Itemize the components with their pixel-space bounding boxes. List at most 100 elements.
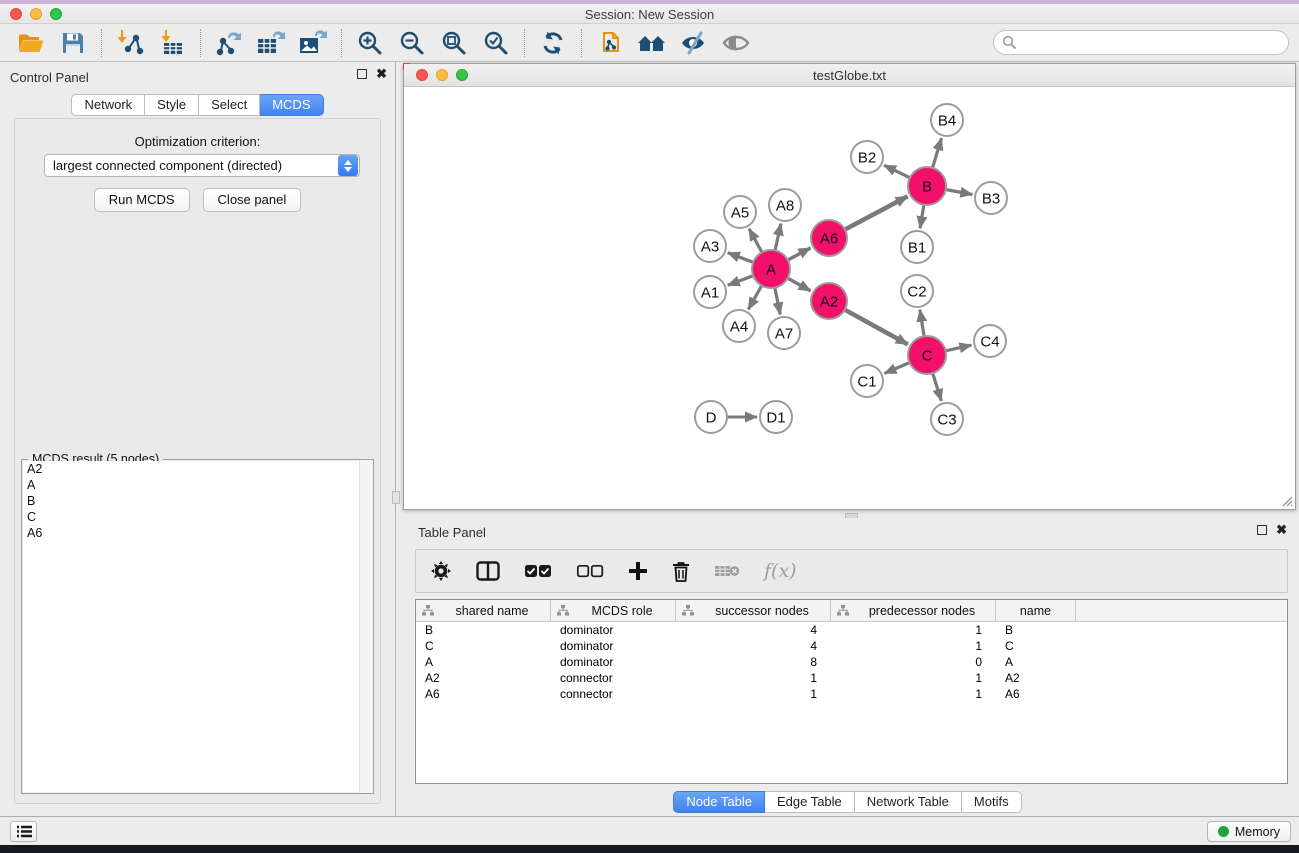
panel-menu-button[interactable]	[10, 821, 37, 842]
column-header-label: name	[996, 604, 1075, 618]
close-table-panel-icon[interactable]: ✖	[1276, 525, 1287, 535]
graph-node-C4[interactable]: C4	[974, 325, 1006, 357]
table-cell: 4	[676, 622, 831, 638]
zoom-selected-icon[interactable]	[475, 27, 517, 59]
table-mode-icon[interactable]	[476, 561, 500, 581]
table-cell: 8	[676, 654, 831, 670]
close-panel-icon[interactable]: ✖	[376, 69, 387, 79]
graph-node-C2[interactable]: C2	[901, 275, 933, 307]
graph-node-A7[interactable]: A7	[768, 317, 800, 349]
mcds-result-scrollbar[interactable]	[359, 460, 373, 793]
table-row[interactable]: Bdominator41B	[416, 622, 1287, 638]
export-table-icon[interactable]	[250, 27, 292, 59]
table-cell: A	[416, 654, 551, 670]
tab-style[interactable]: Style	[145, 94, 199, 116]
import-network-icon[interactable]	[109, 27, 151, 59]
graph-node-D1[interactable]: D1	[760, 401, 792, 433]
function-builder-icon[interactable]: f(x)	[764, 560, 797, 582]
column-header-predecessor-nodes[interactable]: predecessor nodes	[831, 600, 996, 621]
table-cell: 1	[676, 686, 831, 702]
table-row[interactable]: A2connector11A2	[416, 670, 1287, 686]
table-row[interactable]: Cdominator41C	[416, 638, 1287, 654]
table-cell: dominator	[551, 654, 676, 670]
export-image-icon[interactable]	[292, 27, 334, 59]
graph-node-A8[interactable]: A8	[769, 189, 801, 221]
delete-table-icon[interactable]	[714, 563, 740, 579]
criterion-select[interactable]: largest connected component (directed)	[44, 154, 360, 177]
graph-node-label: C1	[857, 373, 876, 390]
graph-node-B2[interactable]: B2	[851, 141, 883, 173]
table-cell: 1	[831, 686, 996, 702]
zoom-in-icon[interactable]	[349, 27, 391, 59]
column-type-icon	[682, 605, 694, 616]
graph-node-A[interactable]: A	[752, 250, 790, 288]
vertical-splitter-handle[interactable]	[392, 491, 400, 504]
graph-node-C3[interactable]: C3	[931, 403, 963, 435]
tab-motifs[interactable]: Motifs	[962, 791, 1022, 813]
float-panel-icon[interactable]	[357, 69, 367, 79]
refresh-icon[interactable]	[532, 27, 574, 59]
graph-node-A5[interactable]: A5	[724, 196, 756, 228]
column-header-MCDS-role[interactable]: MCDS role	[551, 600, 676, 621]
column-header-shared-name[interactable]: shared name	[416, 600, 551, 621]
network-overview-icon[interactable]	[631, 27, 673, 59]
mcds-result-item[interactable]: A6	[23, 525, 372, 541]
run-mcds-button[interactable]: Run MCDS	[94, 188, 190, 212]
export-network-icon[interactable]	[208, 27, 250, 59]
import-table-icon[interactable]	[151, 27, 193, 59]
graph-node-label: B2	[858, 149, 876, 166]
main-toolbar	[0, 24, 1299, 62]
resize-grip-icon[interactable]	[1279, 493, 1293, 507]
graph-node-B[interactable]: B	[908, 167, 946, 205]
table-cell: C	[996, 638, 1076, 654]
node-table: shared nameMCDS rolesuccessor nodesprede…	[415, 599, 1288, 784]
column-header-name[interactable]: name	[996, 600, 1076, 621]
table-row[interactable]: Adominator80A	[416, 654, 1287, 670]
float-table-panel-icon[interactable]	[1257, 525, 1267, 535]
mcds-result-item[interactable]: C	[23, 509, 372, 525]
graph-node-A6[interactable]: A6	[811, 220, 847, 256]
tab-edge-table[interactable]: Edge Table	[765, 791, 855, 813]
search-input[interactable]	[1017, 35, 1288, 50]
column-header-successor-nodes[interactable]: successor nodes	[676, 600, 831, 621]
deselect-all-icon[interactable]	[576, 564, 604, 578]
mcds-result-item[interactable]: A2	[23, 461, 372, 477]
mcds-result-list[interactable]: A2ABCA6	[23, 461, 372, 792]
tab-mcds[interactable]: MCDS	[260, 94, 323, 116]
tab-select[interactable]: Select	[199, 94, 260, 116]
settings-gear-icon[interactable]	[430, 560, 452, 582]
toolbar-separator	[341, 29, 342, 57]
tab-node-table[interactable]: Node Table	[673, 791, 765, 813]
tab-network[interactable]: Network	[71, 94, 145, 116]
delete-column-icon[interactable]	[672, 561, 690, 582]
graph-node-A4[interactable]: A4	[723, 310, 755, 342]
close-panel-button[interactable]: Close panel	[203, 188, 302, 212]
select-all-icon[interactable]	[524, 564, 552, 578]
graph-node-B1[interactable]: B1	[901, 231, 933, 263]
graph-node-label: B3	[982, 190, 1000, 207]
zoom-out-icon[interactable]	[391, 27, 433, 59]
clone-network-icon[interactable]	[589, 27, 631, 59]
graph-node-C[interactable]: C	[908, 336, 946, 374]
table-row[interactable]: A6connector11A6	[416, 686, 1287, 702]
graph-node-D[interactable]: D	[695, 401, 727, 433]
show-graphics-details-icon[interactable]	[715, 27, 757, 59]
memory-button[interactable]: Memory	[1207, 821, 1291, 842]
mcds-result-item[interactable]: B	[23, 493, 372, 509]
hide-graphics-details-icon[interactable]	[673, 27, 715, 59]
mcds-result-item[interactable]: A	[23, 477, 372, 493]
graph-node-B4[interactable]: B4	[931, 104, 963, 136]
save-session-icon[interactable]	[52, 27, 94, 59]
table-cell: A2	[996, 670, 1076, 686]
open-session-icon[interactable]	[10, 27, 52, 59]
zoom-fit-icon[interactable]	[433, 27, 475, 59]
graph-node-A3[interactable]: A3	[694, 230, 726, 262]
network-canvas[interactable]: B4 B2 B B3 A8 A5 A6 A3 B1 A A1 C2 A2 A4 A7 C4 C C1 C3 D D1	[404, 87, 1295, 509]
graph-node-B3[interactable]: B3	[975, 182, 1007, 214]
graph-node-A1[interactable]: A1	[694, 276, 726, 308]
graph-node-label: A2	[820, 293, 838, 310]
tab-network-table[interactable]: Network Table	[855, 791, 962, 813]
graph-node-A2[interactable]: A2	[811, 283, 847, 319]
graph-node-C1[interactable]: C1	[851, 365, 883, 397]
create-column-icon[interactable]	[628, 561, 648, 581]
